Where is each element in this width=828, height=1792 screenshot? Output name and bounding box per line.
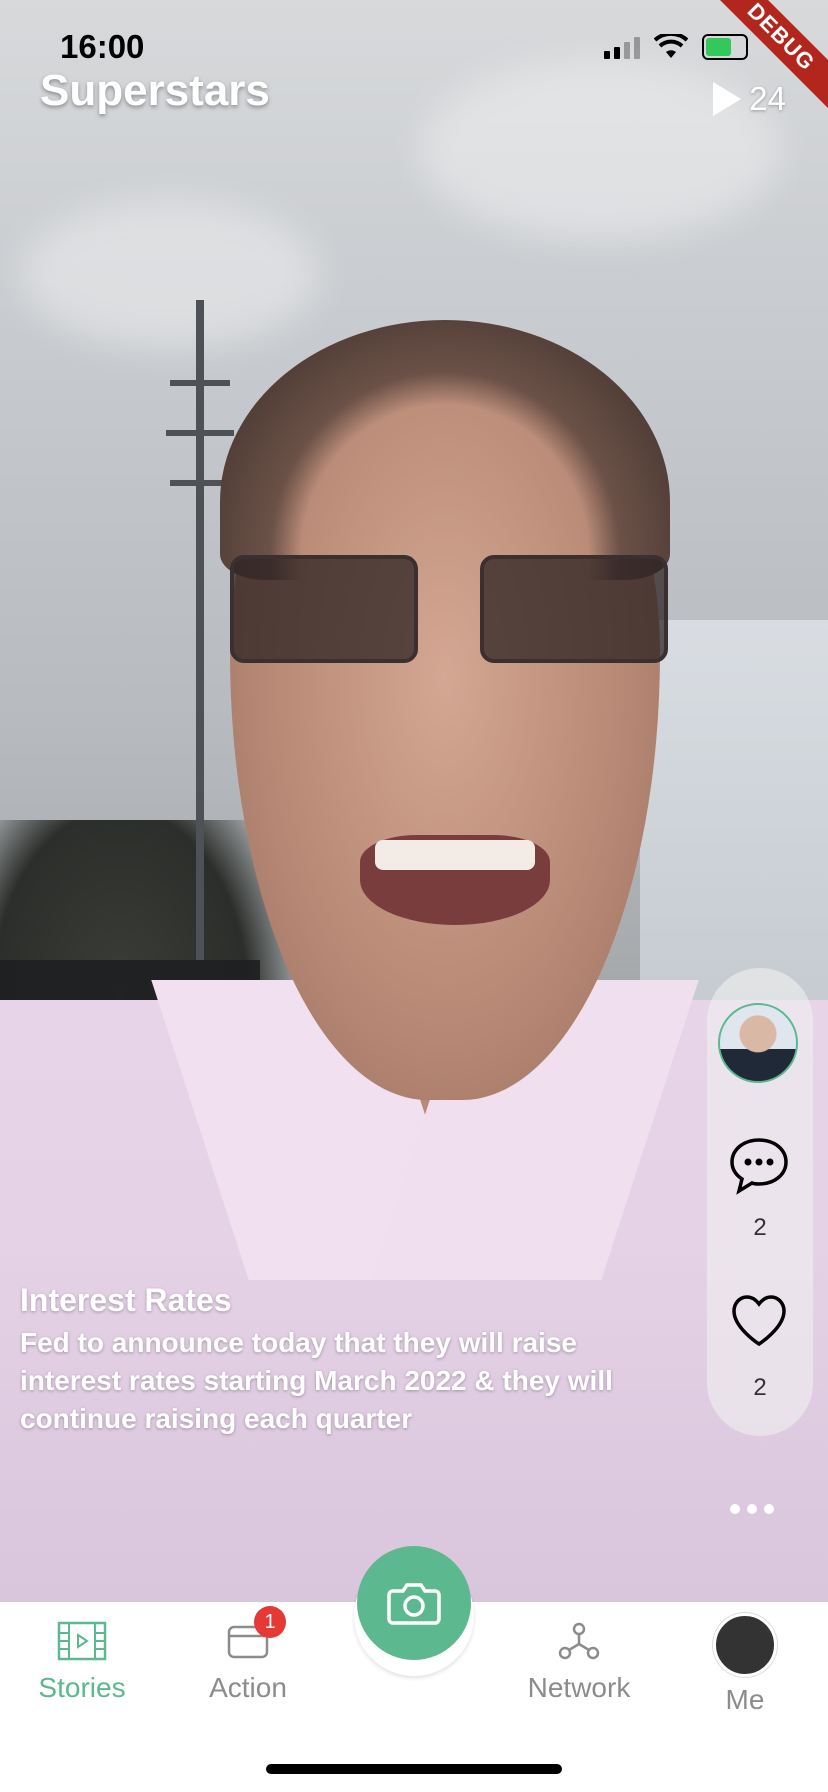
film-icon [57,1621,107,1661]
action-badge: 1 [254,1606,286,1638]
tab-me-label: Me [725,1684,765,1715]
tab-me[interactable]: Me [712,1613,778,1716]
views-count: 24 [749,80,786,117]
comments-count: 2 [753,1214,767,1241]
author-avatar[interactable] [718,1003,798,1083]
views-counter[interactable]: 24 [713,80,786,118]
status-icons [604,34,748,60]
tab-network[interactable]: Network [520,1620,638,1704]
home-indicator[interactable] [266,1764,562,1774]
teeth [375,840,535,870]
page-title: Superstars [40,66,270,115]
status-time: 16:00 [60,28,145,65]
camera-button[interactable] [357,1546,471,1660]
play-icon [713,82,742,116]
wifi-icon [654,34,688,58]
network-icon [558,1622,600,1660]
battery-charging-icon [702,34,748,60]
cell-tower [160,300,240,960]
tab-action[interactable]: 1 Action [200,1606,296,1704]
story-title: Interest Rates [20,1282,232,1318]
tab-stories-label: Stories [38,1672,126,1703]
glasses [230,555,670,665]
likes-count: 2 [753,1374,767,1401]
heart-icon[interactable] [730,1294,788,1348]
me-avatar [713,1613,777,1677]
comment-icon[interactable] [728,1134,790,1196]
tab-stories[interactable]: Stories [30,1620,134,1704]
camera-icon [387,1583,441,1625]
signal-icon [604,35,640,59]
more-options-icon[interactable] [730,1504,774,1514]
tab-action-label: Action [209,1672,287,1703]
story-text: Fed to announce today that they will rai… [20,1327,613,1434]
tab-network-label: Network [527,1672,631,1703]
person-hair [220,320,670,580]
